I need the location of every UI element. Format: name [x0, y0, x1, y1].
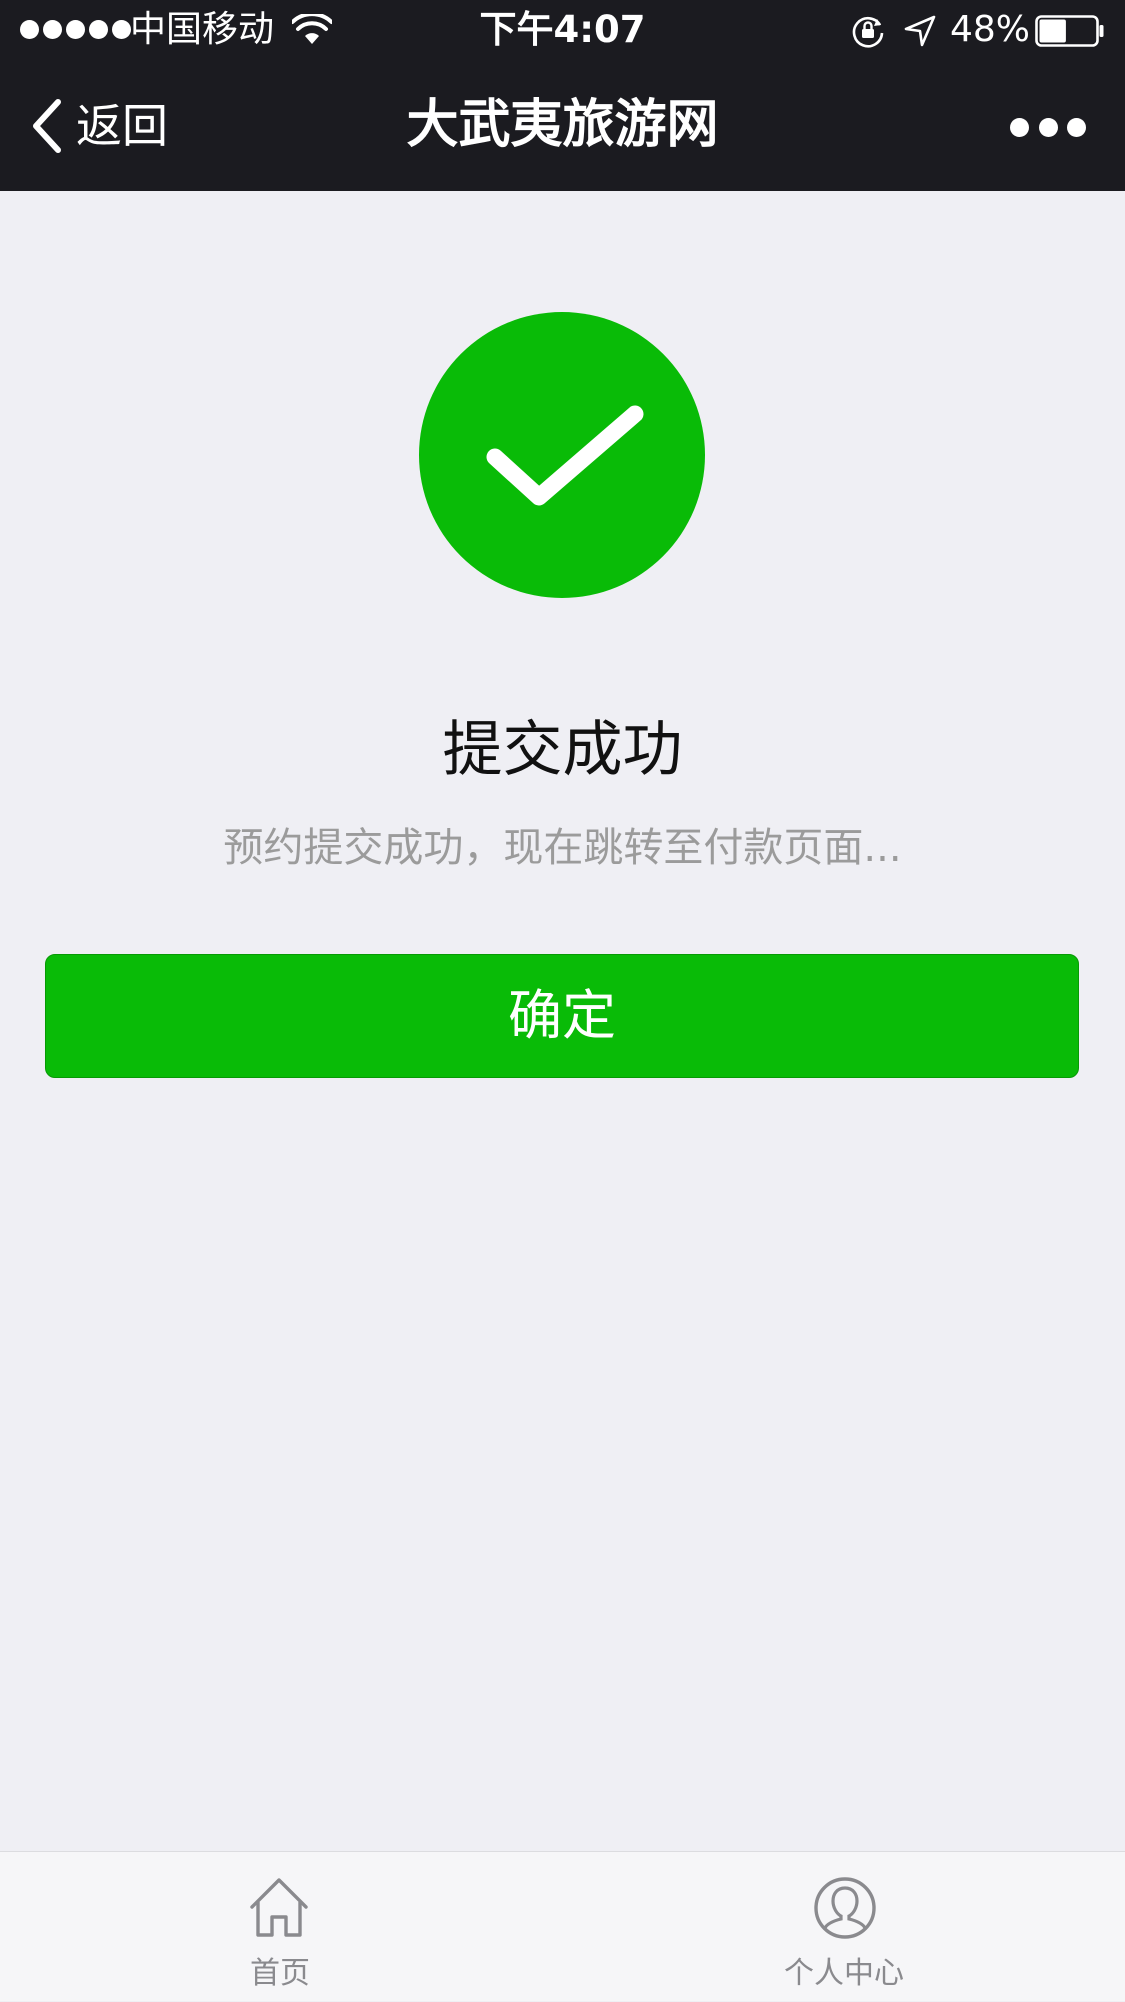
location-icon — [904, 15, 936, 47]
tab-bar: 首页 个人中心 — [0, 1851, 1125, 2001]
top-bar: 中国移动 下午4:07 48% 返回 大武夷旅游网 — [0, 0, 1125, 191]
tab-profile[interactable]: 个人中心 — [563, 1852, 1125, 2002]
tab-home[interactable]: 首页 — [0, 1852, 562, 2002]
navigation-bar: 返回 大武夷旅游网 — [0, 62, 1125, 191]
battery-percentage: 48% — [950, 9, 1031, 50]
orientation-lock-icon — [852, 16, 884, 48]
user-icon — [814, 1877, 876, 1939]
page-title: 大武夷旅游网 — [406, 95, 719, 155]
battery-icon — [1035, 15, 1104, 47]
success-check-icon — [419, 312, 705, 598]
result-title: 提交成功 — [442, 715, 683, 785]
tab-home-label: 首页 — [250, 1956, 310, 1991]
home-icon — [250, 1878, 308, 1937]
result-message: 预约提交成功，现在跳转至付款页面... — [223, 825, 902, 871]
confirm-button[interactable]: 确定 — [45, 954, 1079, 1078]
more-dots-icon[interactable] — [1010, 112, 1086, 142]
status-bar: 中国移动 下午4:07 48% — [0, 0, 1125, 62]
tab-profile-label: 个人中心 — [784, 1956, 904, 1991]
